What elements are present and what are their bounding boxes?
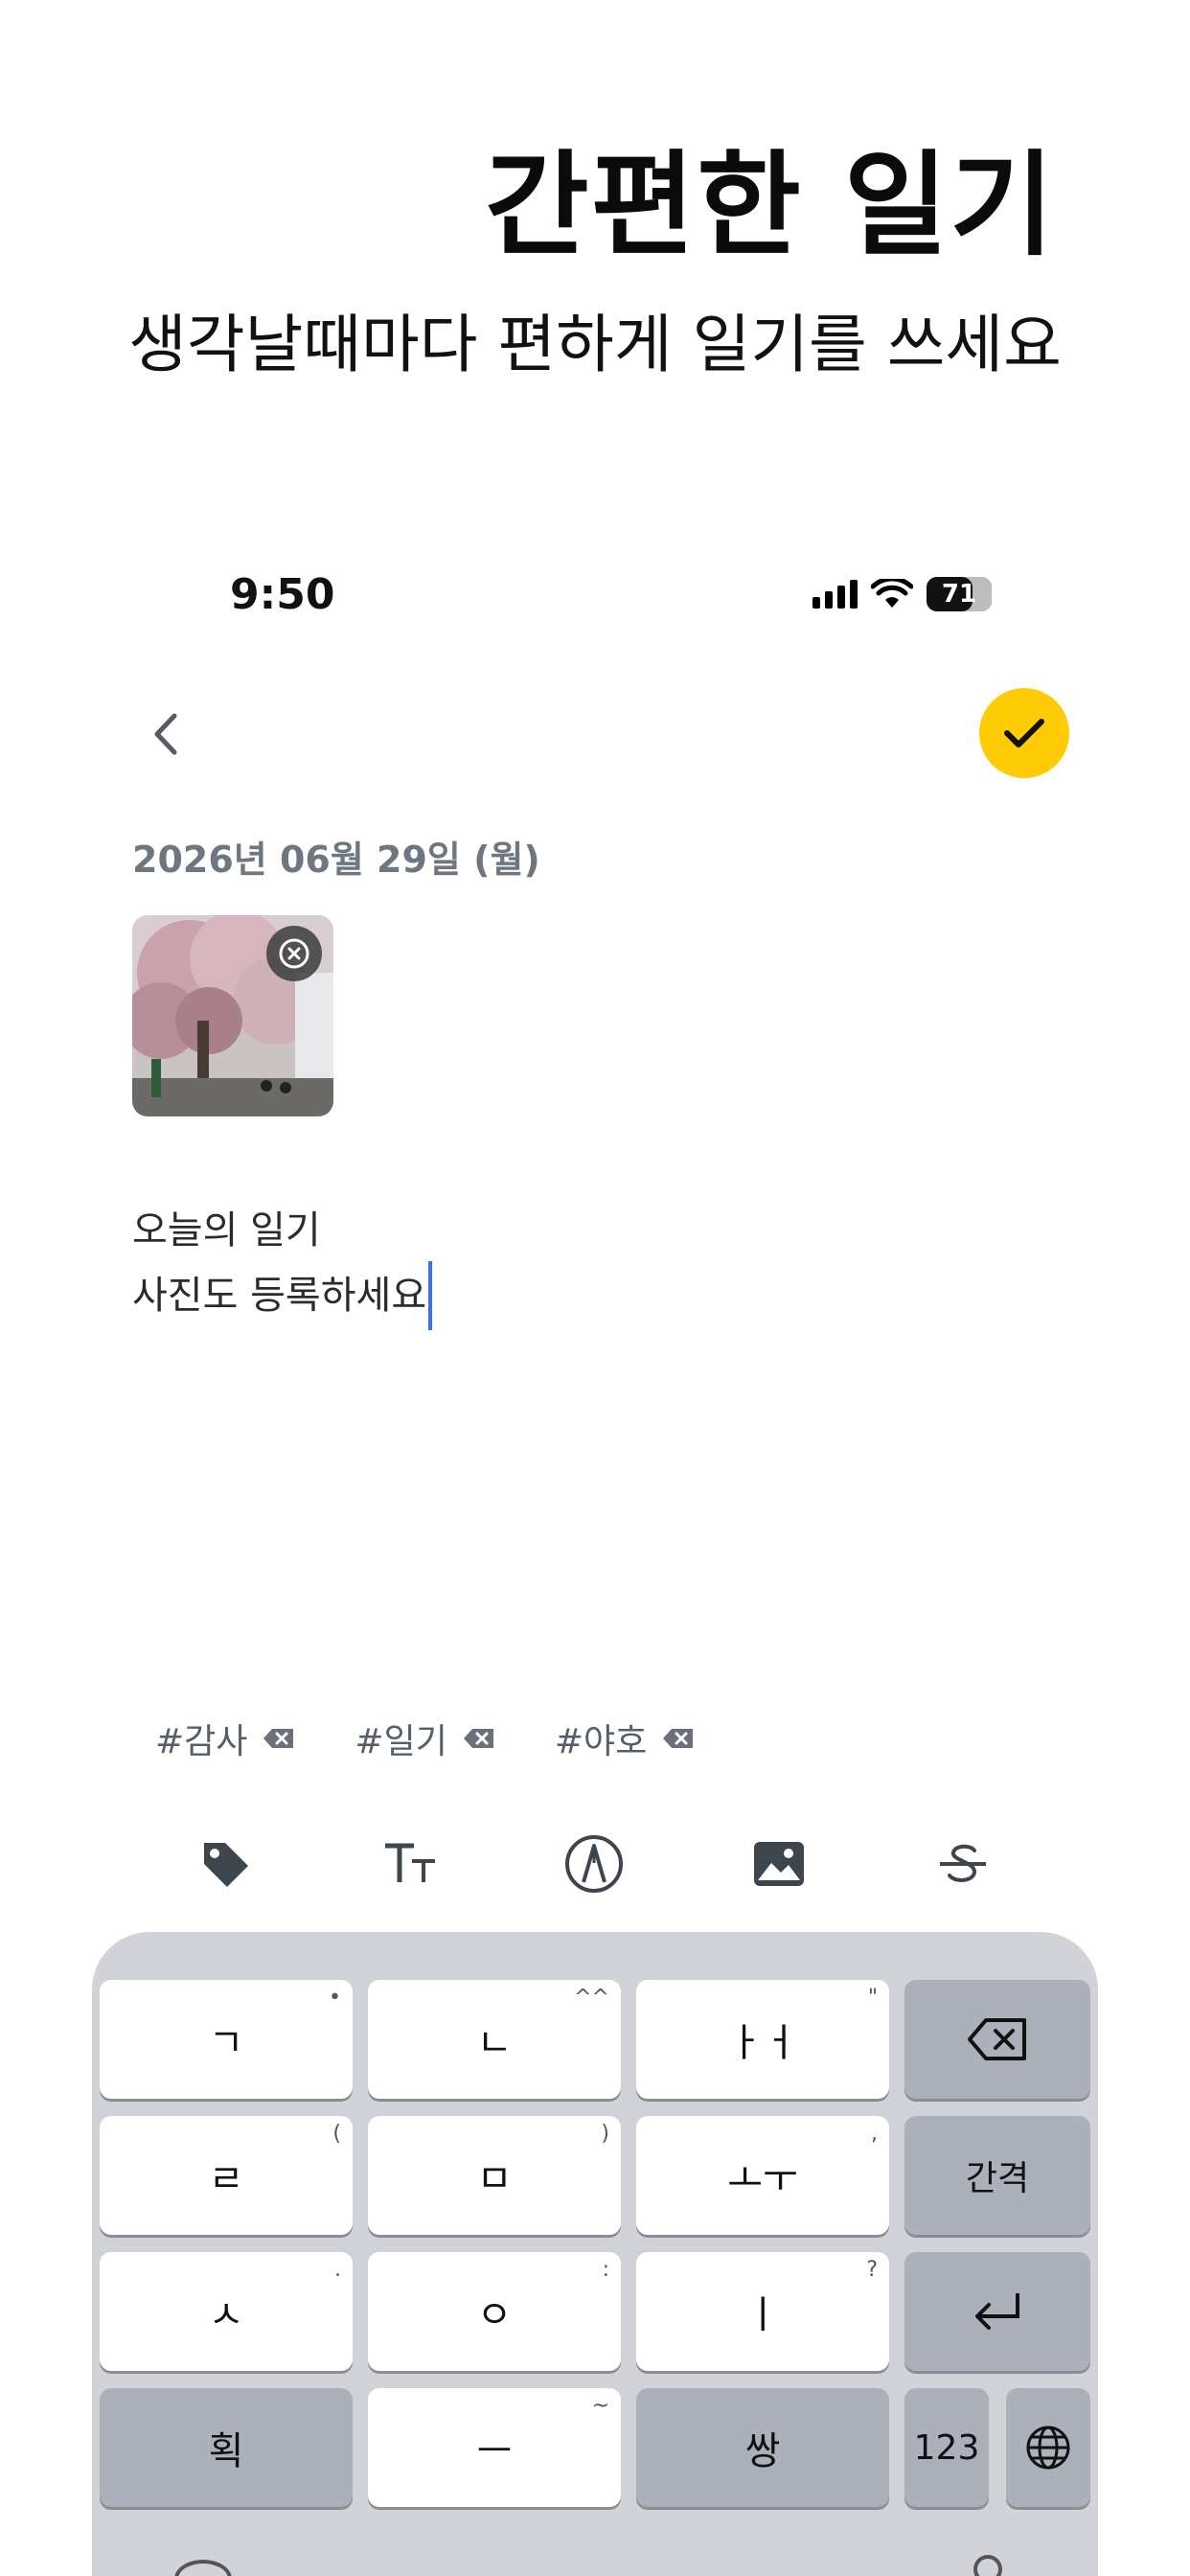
emoji-icon[interactable]	[174, 2560, 232, 2576]
key-mieum[interactable]: ㅁ)	[368, 2116, 621, 2235]
key-sub-label: "	[867, 1986, 878, 2010]
key-label: ㄱ	[208, 2021, 244, 2065]
remove-photo-button[interactable]	[266, 926, 322, 981]
format-toolbar	[192, 1830, 996, 1898]
key-sub-label: ^^	[574, 1986, 609, 2010]
key-numbers[interactable]: 123	[904, 2388, 989, 2507]
key-label: 간격	[965, 2159, 1030, 2198]
key-label: ㅇ	[476, 2293, 513, 2337]
tag-chip[interactable]: #일기	[355, 1714, 494, 1763]
key-double[interactable]: 쌍	[636, 2388, 889, 2507]
key-sub-label: ~	[591, 2394, 609, 2418]
status-icons: 71	[812, 575, 992, 613]
key-space[interactable]: 간격	[904, 2116, 1090, 2235]
back-button[interactable]	[142, 707, 190, 761]
promo-title: 간편한 일기	[485, 139, 1056, 271]
korean-keyboard: ㄱ • ㄴ ^^ ㅏㅓ " ㄹ( ㅁ) ㅗㅜ, 간격 ㅅ. ㅇ: ㅣ? 획 ㅡ ~ 쌍 …	[92, 1932, 1098, 2576]
wifi-icon	[871, 579, 913, 608]
key-siot[interactable]: ㅅ.	[100, 2252, 353, 2371]
key-label: 획	[208, 2429, 244, 2473]
key-sub-label: )	[601, 2122, 609, 2146]
key-return[interactable]	[904, 2252, 1090, 2371]
tag-list: #감사 #일기 #야호	[155, 1714, 695, 1763]
key-sub-label: ?	[866, 2258, 878, 2282]
backspace-icon	[968, 2018, 1026, 2060]
key-o-u[interactable]: ㅗㅜ,	[636, 2116, 889, 2235]
return-icon	[975, 2293, 1019, 2330]
cellular-signal-icon	[812, 580, 858, 609]
key-label: 쌍	[744, 2429, 781, 2473]
key-label: ㅡ	[476, 2429, 513, 2473]
entry-line: 사진도 등록하세요	[132, 1274, 427, 1318]
delete-tag-icon[interactable]	[662, 1727, 695, 1750]
close-circle-icon	[279, 938, 309, 969]
delete-tag-icon[interactable]	[263, 1727, 295, 1750]
key-label: ㅁ	[476, 2157, 513, 2201]
promo-subtitle: 생각날때마다 편하게 일기를 쓰세요	[128, 308, 1062, 381]
key-label: ㄴ	[476, 2021, 513, 2065]
tag-label: #일기	[355, 1722, 447, 1761]
entry-line: 오늘의 일기	[132, 1208, 321, 1253]
delete-tag-icon[interactable]	[463, 1727, 495, 1750]
battery-icon: 71	[927, 577, 992, 611]
key-label: 123	[913, 2427, 980, 2468]
check-icon	[1004, 719, 1044, 748]
battery-percent: 71	[941, 580, 977, 609]
globe-icon	[1026, 2426, 1070, 2470]
pen-icon[interactable]	[561, 1830, 628, 1898]
key-sub-label: :	[602, 2258, 609, 2282]
chevron-left-icon	[154, 713, 177, 755]
strikethrough-icon[interactable]	[929, 1830, 996, 1898]
key-label: ㅗㅜ	[727, 2157, 798, 2201]
tag-chip[interactable]: #감사	[155, 1714, 295, 1763]
key-rieul[interactable]: ㄹ(	[100, 2116, 353, 2235]
key-sub-label: .	[334, 2258, 341, 2282]
key-ieung[interactable]: ㅇ:	[368, 2252, 621, 2371]
key-label: ㅅ	[208, 2293, 244, 2337]
text-caret	[428, 1261, 433, 1330]
key-nieun[interactable]: ㄴ ^^	[368, 1980, 621, 2099]
image-icon[interactable]	[745, 1830, 812, 1898]
key-sub-label: (	[332, 2122, 341, 2146]
tag-chip[interactable]: #야호	[555, 1714, 695, 1763]
key-giyeok[interactable]: ㄱ •	[100, 1980, 353, 2099]
entry-date: 2026년 06월 29일 (월)	[132, 839, 540, 881]
status-time: 9:50	[230, 570, 335, 619]
tag-label: #감사	[155, 1722, 248, 1761]
key-sub-label: ,	[871, 2122, 878, 2146]
key-label: ㄹ	[208, 2157, 244, 2201]
microphone-icon[interactable]	[973, 2555, 1002, 2576]
key-globe[interactable]	[1006, 2388, 1090, 2507]
key-i[interactable]: ㅣ?	[636, 2252, 889, 2371]
tag-label: #야호	[554, 1722, 648, 1761]
key-label: ㅏㅓ	[727, 2021, 798, 2065]
key-label: ㅣ	[744, 2293, 781, 2337]
key-a-eo[interactable]: ㅏㅓ "	[636, 1980, 889, 2099]
key-sub-label: •	[329, 1986, 341, 2010]
tag-icon[interactable]	[192, 1830, 259, 1898]
entry-text-editor[interactable]: 오늘의 일기 사진도 등록하세요	[132, 1200, 433, 1330]
done-button[interactable]	[979, 688, 1069, 778]
text-size-icon[interactable]	[377, 1830, 444, 1898]
key-stroke[interactable]: 획	[100, 2388, 353, 2507]
key-backspace[interactable]	[904, 1980, 1090, 2099]
key-eu[interactable]: ㅡ ~	[368, 2388, 621, 2507]
